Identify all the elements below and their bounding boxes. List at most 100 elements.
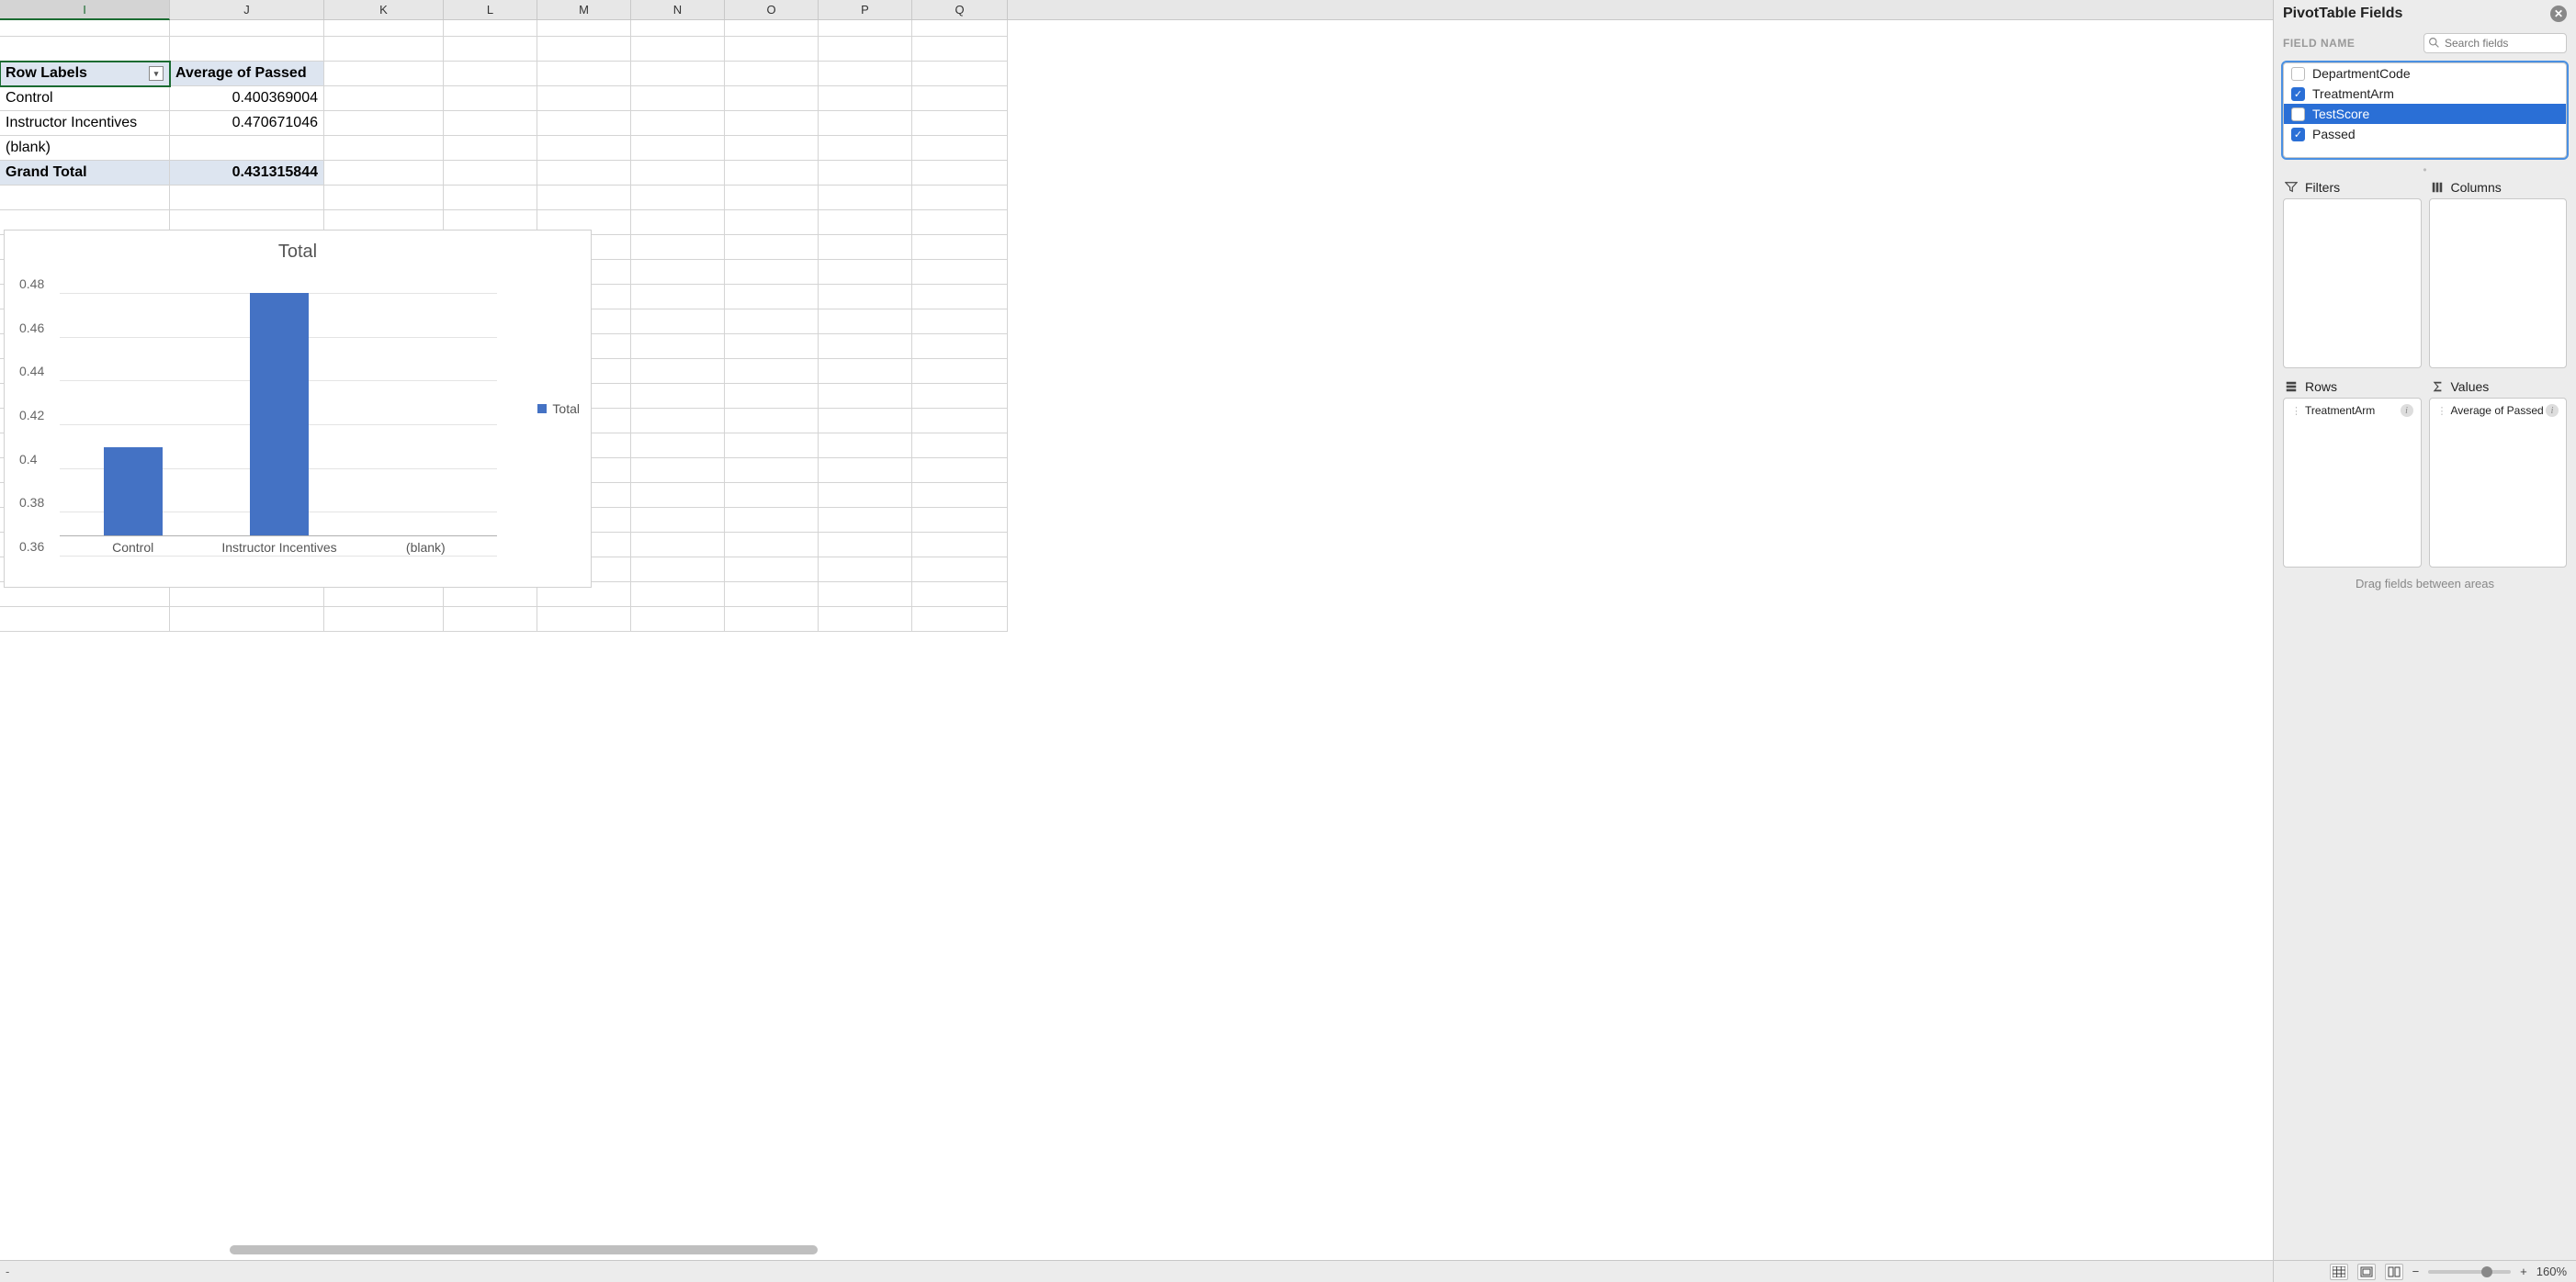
cell[interactable] [324,111,444,136]
cell[interactable] [537,37,631,62]
cell[interactable] [725,433,819,458]
cell[interactable] [631,86,725,111]
grand-total-label[interactable]: Grand Total [0,161,170,186]
cell[interactable] [819,309,912,334]
cell[interactable] [725,161,819,186]
zoom-level[interactable]: 160% [2536,1265,2567,1278]
cell[interactable] [912,86,1008,111]
checkbox[interactable] [2291,67,2305,81]
cell[interactable] [631,235,725,260]
cell[interactable] [912,161,1008,186]
cell[interactable] [324,136,444,161]
cell[interactable] [912,62,1008,86]
cell[interactable] [631,285,725,309]
pivot-chart[interactable]: Total 0.360.380.40.420.440.460.48Control… [4,230,592,588]
cell[interactable] [631,309,725,334]
cell[interactable] [819,37,912,62]
worksheet-area[interactable]: IJKLMNOPQ Row Labels▾Average of PassedCo… [0,0,2273,1282]
checkbox[interactable] [2291,128,2305,141]
cell[interactable] [631,359,725,384]
cell[interactable] [725,62,819,86]
column-header[interactable]: O [725,0,819,19]
cell[interactable] [631,62,725,86]
cell[interactable] [725,210,819,235]
pivot-row-label[interactable]: Control [0,86,170,111]
grand-total-value[interactable]: 0.431315844 [170,161,324,186]
cell[interactable] [912,334,1008,359]
cell[interactable] [912,260,1008,285]
search-input[interactable] [2423,33,2567,53]
values-dropzone[interactable]: ⋮Average of Passedi [2429,398,2568,568]
cell[interactable] [725,20,819,37]
cell[interactable] [912,20,1008,37]
cell[interactable] [444,62,537,86]
field-item[interactable]: Passed [2284,124,2566,144]
cell[interactable] [444,186,537,210]
cell[interactable] [819,186,912,210]
cell[interactable] [537,20,631,37]
cell[interactable] [0,186,170,210]
cell[interactable] [819,483,912,508]
cell[interactable] [631,260,725,285]
cell[interactable] [725,533,819,557]
cell[interactable] [631,458,725,483]
cell[interactable] [819,607,912,632]
cell[interactable] [631,409,725,433]
cell[interactable] [537,607,631,632]
resize-handle[interactable]: • [2274,165,2576,176]
cell[interactable] [0,607,170,632]
cell[interactable] [631,37,725,62]
pivot-row-value[interactable]: 0.400369004 [170,86,324,111]
pivot-row-label[interactable]: (blank) [0,136,170,161]
cell[interactable] [725,285,819,309]
cell[interactable] [324,37,444,62]
cell[interactable] [324,62,444,86]
pivot-row-value[interactable]: 0.470671046 [170,111,324,136]
filters-dropzone[interactable] [2283,198,2422,368]
cell[interactable] [324,186,444,210]
checkbox[interactable] [2291,87,2305,101]
cell[interactable] [912,508,1008,533]
horizontal-scrollbar[interactable] [0,1243,2273,1256]
cell[interactable] [912,607,1008,632]
cell[interactable] [819,86,912,111]
row-labels-header[interactable]: Row Labels▾ [0,62,170,86]
cell[interactable] [537,111,631,136]
cell[interactable] [537,86,631,111]
cell[interactable] [912,37,1008,62]
cell[interactable] [819,334,912,359]
cell[interactable] [725,111,819,136]
column-header[interactable]: J [170,0,324,19]
cell[interactable] [912,384,1008,409]
cell[interactable] [819,359,912,384]
cell[interactable] [725,557,819,582]
columns-dropzone[interactable] [2429,198,2568,368]
cell[interactable] [819,136,912,161]
cell[interactable] [819,533,912,557]
cell[interactable] [912,210,1008,235]
cell[interactable] [819,433,912,458]
cell[interactable] [170,37,324,62]
column-header[interactable]: I [0,0,170,20]
info-icon[interactable]: i [2546,404,2559,417]
cell[interactable] [444,111,537,136]
cell[interactable] [819,582,912,607]
cell[interactable] [444,161,537,186]
zoom-out-button[interactable]: − [2412,1265,2420,1278]
cell[interactable] [912,533,1008,557]
cell[interactable] [631,210,725,235]
cell[interactable] [725,607,819,632]
filter-dropdown-icon[interactable]: ▾ [149,66,164,81]
cell[interactable] [912,186,1008,210]
cell[interactable] [631,508,725,533]
cell[interactable] [631,483,725,508]
cell[interactable] [324,161,444,186]
info-icon[interactable]: i [2401,404,2413,417]
cell[interactable] [819,285,912,309]
checkbox[interactable] [2291,107,2305,121]
cell[interactable] [819,557,912,582]
cell[interactable] [444,136,537,161]
cell[interactable] [725,309,819,334]
cell[interactable] [819,260,912,285]
cell[interactable] [170,607,324,632]
